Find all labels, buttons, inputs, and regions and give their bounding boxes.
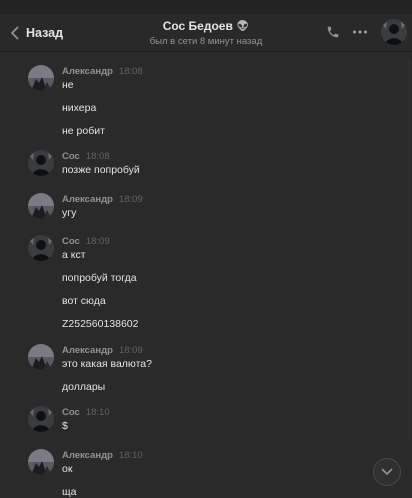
sender-avatar[interactable] — [28, 344, 54, 370]
message-time: 18:09 — [118, 194, 143, 205]
sender-avatar[interactable] — [28, 235, 54, 261]
sender-name[interactable]: Сос — [62, 236, 80, 247]
message-time: 18:08 — [118, 66, 143, 77]
more-icon — [352, 30, 368, 34]
sender-name[interactable]: Александр — [62, 450, 113, 461]
sender-name[interactable]: Сос — [62, 407, 80, 418]
chat-title[interactable]: Сос Бедоев 👽 был в сети 8 минут назад — [96, 19, 316, 47]
message-meta: Сос 18:08 — [62, 151, 110, 162]
sender-name[interactable]: Александр — [62, 194, 113, 205]
message-text: $ — [62, 420, 68, 432]
sender-avatar[interactable] — [28, 193, 54, 219]
message-text: попробуй тогда — [62, 272, 137, 284]
message-meta: Александр 18:08 — [62, 66, 143, 77]
message-text: угу — [62, 207, 77, 219]
sender-avatar[interactable] — [28, 65, 54, 91]
back-chevron-icon — [11, 26, 19, 40]
message-text: а кст — [62, 249, 86, 261]
scrollbar[interactable] — [408, 60, 410, 440]
message-time: 18:09 — [85, 236, 110, 247]
message-time: 18:10 — [85, 407, 110, 418]
message-meta: Сос 18:09 — [62, 236, 110, 247]
back-label: Назад — [26, 26, 64, 40]
sender-avatar[interactable] — [28, 449, 54, 475]
contact-status: был в сети 8 минут назад — [149, 36, 263, 47]
message-text: не — [62, 79, 74, 91]
sender-avatar[interactable] — [28, 150, 54, 176]
message-time: 18:08 — [85, 151, 110, 162]
sender-name[interactable]: Александр — [62, 345, 113, 356]
phone-icon — [327, 26, 339, 38]
sender-name[interactable]: Сос — [62, 151, 80, 162]
name-emoji: 👽 — [236, 20, 250, 32]
message-meta: Сос 18:10 — [62, 407, 110, 418]
message-text: доллары — [62, 381, 106, 393]
message-time: 18:09 — [118, 345, 143, 356]
message-text: позже попробуй — [62, 164, 140, 176]
message-list[interactable]: Александр 18:08 не нихера не робит Сос 18:08 по… — [0, 53, 412, 498]
message-text: вот сюда — [62, 295, 106, 307]
sender-avatar[interactable] — [28, 406, 54, 432]
message-text: это какая валюта? — [62, 358, 152, 370]
message-meta: Александр 18:09 — [62, 194, 143, 205]
back-button[interactable]: Назад — [10, 14, 63, 52]
sender-name[interactable]: Александр — [62, 66, 113, 77]
more-button[interactable] — [352, 25, 368, 44]
chat-header: Назад Сос Бедоев 👽 был в сети 8 минут на… — [0, 14, 412, 52]
message-text: Z252560138602 — [62, 318, 139, 330]
top-strip — [0, 0, 412, 14]
contact-name: Сос Бедоев — [162, 19, 233, 33]
message-meta: Александр 18:09 — [62, 345, 143, 356]
scroll-down-icon — [381, 468, 393, 475]
message-text: нихера — [62, 102, 97, 114]
message-text: ща — [62, 486, 77, 498]
call-button[interactable] — [326, 25, 340, 44]
message-text: не робит — [62, 125, 105, 137]
message-text: ок — [62, 463, 73, 475]
message-time: 18:10 — [118, 450, 143, 461]
message-meta: Александр 18:10 — [62, 450, 143, 461]
contact-avatar[interactable] — [381, 19, 407, 45]
scroll-down-button[interactable] — [373, 458, 401, 486]
